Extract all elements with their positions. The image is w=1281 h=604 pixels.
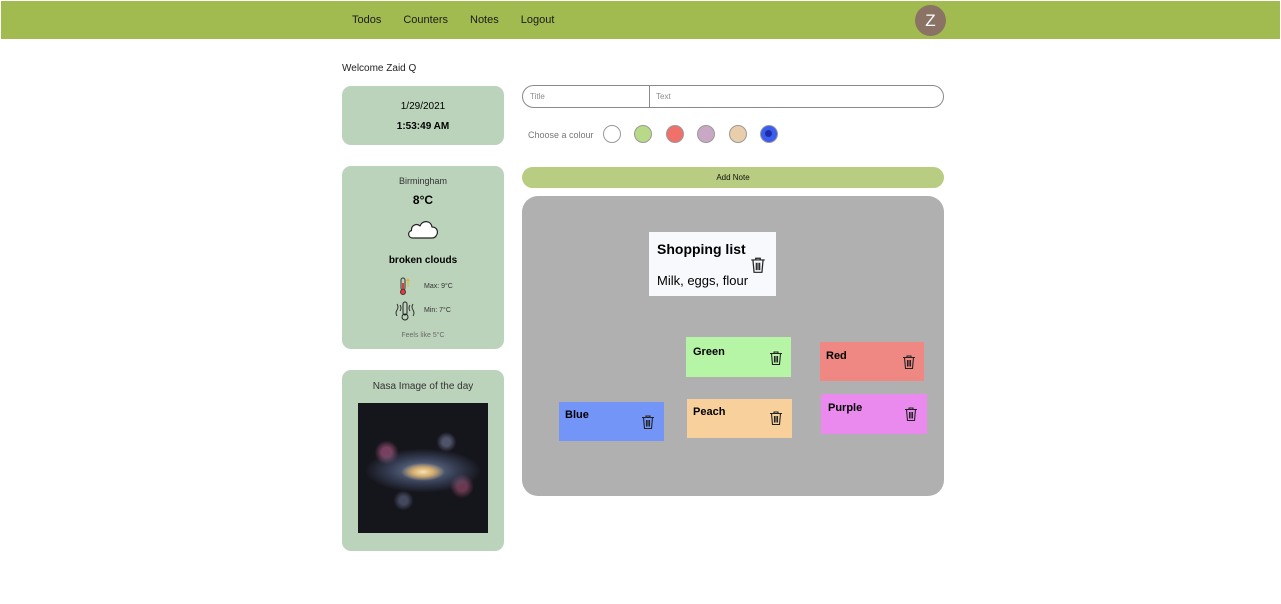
nav-link-counters[interactable]: Counters (403, 14, 448, 26)
weather-max: Max: 9°C (424, 283, 453, 290)
swatch-green[interactable] (634, 125, 652, 143)
weather-temp: 8°C (412, 193, 434, 207)
nav-link-todos[interactable]: Todos (352, 14, 381, 26)
nasa-galaxy-image (358, 403, 488, 533)
nav-links: Todos Counters Notes Logout (352, 1, 576, 39)
note-title: Red (826, 350, 847, 362)
note-title: Shopping list (657, 241, 746, 257)
note-title: Purple (828, 402, 863, 414)
clock-date: 1/29/2021 (400, 101, 446, 112)
weather-feels-like: Feels like 5°C (401, 332, 445, 339)
trash-icon[interactable] (641, 414, 655, 430)
trash-icon[interactable] (769, 350, 783, 366)
note-text-input[interactable] (650, 86, 943, 107)
welcome-text: Welcome Zaid Q (342, 63, 417, 74)
trash-icon[interactable] (750, 256, 766, 274)
nav-link-notes[interactable]: Notes (470, 14, 499, 26)
clock-card: 1/29/2021 1:53:49 AM (342, 86, 504, 145)
note-title: Peach (693, 406, 726, 418)
note-green[interactable]: Green (686, 337, 791, 377)
nasa-title: Nasa Image of the day (372, 381, 474, 392)
note-input-group (522, 85, 944, 108)
swatch-purple[interactable] (697, 125, 715, 143)
weather-card: Birmingham 8°C broken clouds Max: 9°C Mi… (342, 166, 504, 349)
swatch-blue[interactable] (760, 125, 778, 143)
thermometer-hot-icon (400, 277, 410, 295)
notes-board: Shopping list Milk, eggs, flour Green Re… (522, 196, 944, 496)
weather-description: broken clouds (388, 255, 458, 266)
cloud-icon (408, 221, 438, 239)
nav-link-logout[interactable]: Logout (521, 14, 555, 26)
note-shopping-list[interactable]: Shopping list Milk, eggs, flour (649, 232, 776, 296)
navbar: Todos Counters Notes Logout Z (1, 1, 1280, 39)
trash-icon[interactable] (904, 406, 918, 422)
weather-min: Min: 7°C (424, 307, 451, 314)
note-peach[interactable]: Peach (687, 399, 792, 438)
note-purple[interactable]: Purple (821, 394, 927, 434)
note-red[interactable]: Red (820, 342, 924, 381)
avatar[interactable]: Z (915, 5, 946, 36)
note-title: Green (693, 346, 725, 358)
note-title: Blue (565, 409, 589, 421)
swatch-red[interactable] (666, 125, 684, 143)
thermometer-cold-icon (395, 301, 415, 321)
trash-icon[interactable] (769, 410, 783, 426)
nasa-card: Nasa Image of the day (342, 370, 504, 551)
colour-label: Choose a colour (528, 130, 594, 140)
trash-icon[interactable] (902, 354, 916, 370)
clock-time: 1:53:49 AM (396, 121, 450, 132)
weather-city: Birmingham (398, 176, 447, 186)
add-note-button[interactable]: Add Note (522, 167, 944, 188)
note-blue[interactable]: Blue (559, 402, 664, 441)
swatch-peach[interactable] (729, 125, 747, 143)
swatch-white[interactable] (603, 125, 621, 143)
note-body: Milk, eggs, flour (657, 273, 749, 288)
note-title-input[interactable] (523, 86, 650, 107)
